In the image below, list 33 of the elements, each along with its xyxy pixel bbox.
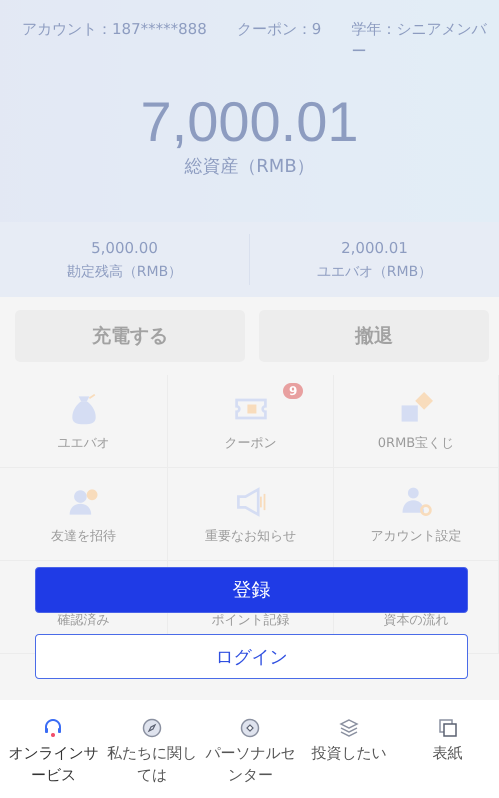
copy-icon (438, 718, 458, 738)
menu-item[interactable]: アカウント設定 (370, 528, 462, 545)
headset-icon (43, 718, 64, 738)
total-assets-label: 総資産（RMB） (183, 155, 316, 179)
login-button[interactable]: ログイン (35, 634, 468, 679)
menu-item[interactable]: クーポン (224, 435, 276, 452)
nav-tab[interactable]: 表紙 (398, 718, 497, 798)
disc-icon (240, 718, 260, 738)
account-info-text: クーポン：9 (236, 19, 322, 40)
account-info-text: アカウント：187*****888 (22, 19, 207, 40)
menu-item[interactable]: 確認済み (58, 612, 110, 629)
balance-label: 勘定残高（RMB） (66, 262, 182, 280)
menu-item[interactable]: ユエバオ (58, 435, 110, 452)
balance-amount: 5,000.00 (91, 238, 158, 256)
menu-item[interactable]: 資本の流れ (384, 612, 448, 629)
menu-item[interactable]: 重要なお知らせ (205, 528, 296, 545)
menu-item[interactable]: 0RMB宝くじ (378, 435, 454, 452)
nav-tab[interactable]: パーソナルセンター (201, 718, 300, 798)
register-button[interactable]: 登録 (35, 567, 468, 613)
nav-tab[interactable]: 私たちに関しては (102, 718, 202, 798)
compass-icon (142, 718, 162, 738)
menu-item[interactable]: ポイント記録 (212, 612, 290, 629)
total-assets-amount: 7,000.01 (140, 90, 360, 154)
action-button[interactable]: 充電する (15, 310, 245, 362)
layers-icon (339, 718, 360, 738)
menu-item[interactable]: 友達を招待 (51, 528, 116, 545)
nav-tab[interactable]: オンラインサービス (4, 718, 103, 798)
nav-tab[interactable]: 投資したい (300, 718, 398, 798)
account-info-text: 学年：シニアメンバー (351, 19, 488, 62)
balance-amount: 2,000.01 (341, 238, 408, 256)
action-button[interactable]: 撤退 (259, 310, 489, 362)
balance-label: ユエバオ（RMB） (316, 262, 432, 280)
count-badge: 9 (283, 383, 304, 399)
